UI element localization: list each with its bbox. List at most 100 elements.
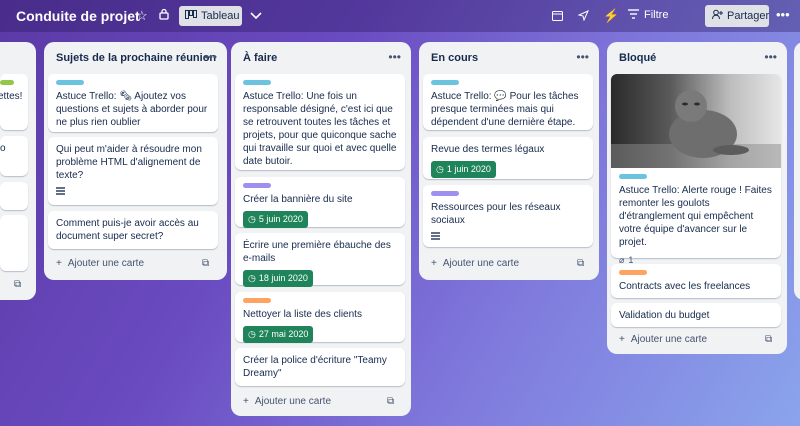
add-card-button[interactable]: + Ajouter une carte (56, 258, 144, 269)
card-template-icon[interactable]: ⧉ (202, 258, 209, 269)
card-title: o (0, 143, 6, 154)
share-button[interactable]: Partager (705, 5, 769, 27)
card-template-icon[interactable]: ⧉ (765, 334, 772, 345)
card[interactable]: Qui peut m'aider à résoudre mon problème… (48, 137, 218, 205)
list-a-faire: À faire ••• Astuce Trello: Une fois un r… (231, 42, 411, 416)
list-title[interactable]: À faire (243, 52, 277, 64)
share-label: Partager (727, 10, 770, 22)
card-label (243, 298, 271, 303)
board-view-button[interactable]: Tableau (179, 6, 242, 26)
list-sujets-reunion: Sujets de la prochaine réunion ••• Astuc… (44, 42, 227, 280)
card-title: Qui peut m'aider à résoudre mon problème… (56, 144, 202, 181)
board-header: Conduite de projet ☆ Tableau ⚡ Filtre Pa… (0, 0, 800, 32)
card[interactable]: Astuce Trello: 💬 Pour les tâches presque… (423, 74, 593, 130)
card-template-icon[interactable]: ⧉ (577, 258, 584, 269)
card[interactable] (0, 182, 28, 210)
due-date-badge[interactable]: ◷ 27 mai 2020 (243, 326, 314, 343)
list-en-cours: En cours ••• Astuce Trello: 💬 Pour les t… (419, 42, 599, 280)
add-card-button[interactable]: + Ajouter une carte (243, 396, 331, 407)
clock-icon: ◷ (248, 214, 256, 224)
due-date-badge[interactable]: ◷ 5 juin 2020 (243, 211, 308, 228)
clock-icon: ◷ (248, 273, 256, 283)
description-icon (431, 232, 440, 240)
card[interactable]: Comment puis-je avoir accès au document … (48, 211, 218, 249)
card-label (56, 80, 84, 85)
card-label (431, 80, 459, 85)
due-date: 5 juin 2020 (258, 214, 303, 224)
card[interactable]: Contracts avec les freelances (611, 264, 781, 298)
list-menu-icon[interactable]: ••• (764, 50, 777, 64)
card-title: Contracts avec les freelances (619, 281, 751, 292)
card-title: Astuce Trello: 💬 Pour les tâches presque… (431, 91, 579, 128)
add-card-button[interactable]: + Ajouter une carte (619, 334, 707, 345)
card-title: Ressources pour les réseaux sociaux (431, 202, 561, 226)
automation-bolt-icon[interactable]: ⚡ (603, 8, 619, 24)
chevron-down-icon[interactable] (250, 8, 262, 24)
card-label (619, 270, 647, 275)
card[interactable]: Nettoyer la liste des clients ◷ 27 mai 20… (235, 292, 405, 343)
list-title[interactable]: En cours (431, 52, 478, 64)
due-date-badge[interactable]: ◷ 18 juin 2020 (243, 270, 313, 287)
card[interactable]: o (0, 136, 28, 176)
add-card-label: Ajouter une carte (254, 396, 332, 407)
card[interactable]: Revue des termes légaux ◷ 1 juin 2020 (423, 137, 593, 179)
card-label (0, 80, 14, 85)
card[interactable]: Astuce Trello: Une fois un responsable d… (235, 74, 405, 170)
add-member-icon (712, 9, 723, 23)
add-card-label: Ajouter une carte (67, 258, 145, 269)
card[interactable]: Astuce Trello: Alerte rouge ! Faites rem… (611, 74, 781, 265)
card-title: Créer la bannière du site (243, 194, 353, 205)
plus-icon: + (431, 258, 437, 269)
due-date-badge[interactable]: ◷ 1 juin 2020 (431, 161, 496, 178)
star-icon[interactable]: ☆ (136, 8, 148, 24)
card[interactable] (0, 215, 28, 271)
card-template-icon[interactable]: ⧉ (14, 279, 21, 290)
card[interactable]: Validation du budget (611, 303, 781, 327)
calendar-icon[interactable] (552, 9, 563, 25)
filter-button[interactable]: Filtre (628, 9, 668, 22)
plus-icon: + (619, 334, 625, 345)
lock-icon[interactable] (159, 8, 169, 24)
card-template-icon[interactable]: ⧉ (387, 396, 394, 407)
card[interactable]: Ressources pour les réseaux sociaux (423, 185, 593, 247)
list-menu-icon[interactable]: ••• (388, 50, 401, 64)
due-date: 27 mai 2020 (258, 329, 309, 339)
card-cover-image (611, 74, 781, 168)
list-title[interactable]: Sujets de la prochaine réunion (56, 52, 216, 64)
card-title: Revue des termes légaux (431, 144, 545, 155)
card-label (619, 174, 647, 179)
card-title: Astuce Trello: Une fois un responsable d… (243, 91, 397, 167)
card-title: Validation du budget (619, 310, 710, 321)
board-view-label: Tableau (201, 10, 240, 22)
board-icon (185, 10, 197, 22)
card[interactable]: Astuce Trello: 🗞 Ajoutez vos questions e… (48, 74, 218, 132)
clock-icon: ◷ (436, 164, 444, 174)
filter-label: Filtre (644, 9, 669, 21)
list-bloque: Bloqué ••• Astuce Trello: Alerte rouge !… (607, 42, 787, 354)
more-icon[interactable]: ••• (776, 7, 790, 23)
card-label (431, 191, 459, 196)
list-menu-icon[interactable]: ••• (576, 50, 589, 64)
filter-icon (628, 9, 639, 22)
card-title: Comment puis-je avoir accès au document … (56, 218, 199, 242)
card-label (243, 183, 271, 188)
card[interactable]: Écrire une première ébauche des e-mails … (235, 233, 405, 287)
due-date: 18 juin 2020 (258, 273, 308, 283)
card[interactable]: Créer la police d'écriture "Teamy Dreamy… (235, 348, 405, 386)
description-icon (56, 187, 65, 195)
plus-icon: + (56, 258, 62, 269)
list-partial-right (794, 42, 800, 300)
board-title[interactable]: Conduite de projet (16, 8, 140, 24)
due-date: 1 juin 2020 (446, 164, 491, 174)
add-card-button[interactable]: + Ajouter une carte (431, 258, 519, 269)
send-icon[interactable] (577, 9, 589, 25)
list-title[interactable]: Bloqué (619, 52, 656, 64)
card[interactable]: Créer la bannière du site ◷ 5 juin 2020 (235, 177, 405, 228)
add-card-label: Ajouter une carte (442, 258, 520, 269)
card-title: Écrire une première ébauche des e-mails (243, 240, 391, 264)
card-title: Astuce Trello: 🗞 Ajoutez vos questions e… (56, 91, 208, 128)
card-title: ettes! (0, 91, 23, 102)
card[interactable]: ettes! (0, 74, 28, 130)
list-menu-icon[interactable]: ••• (204, 50, 217, 64)
card-title: Créer la police d'écriture "Teamy Dreamy… (243, 355, 387, 379)
